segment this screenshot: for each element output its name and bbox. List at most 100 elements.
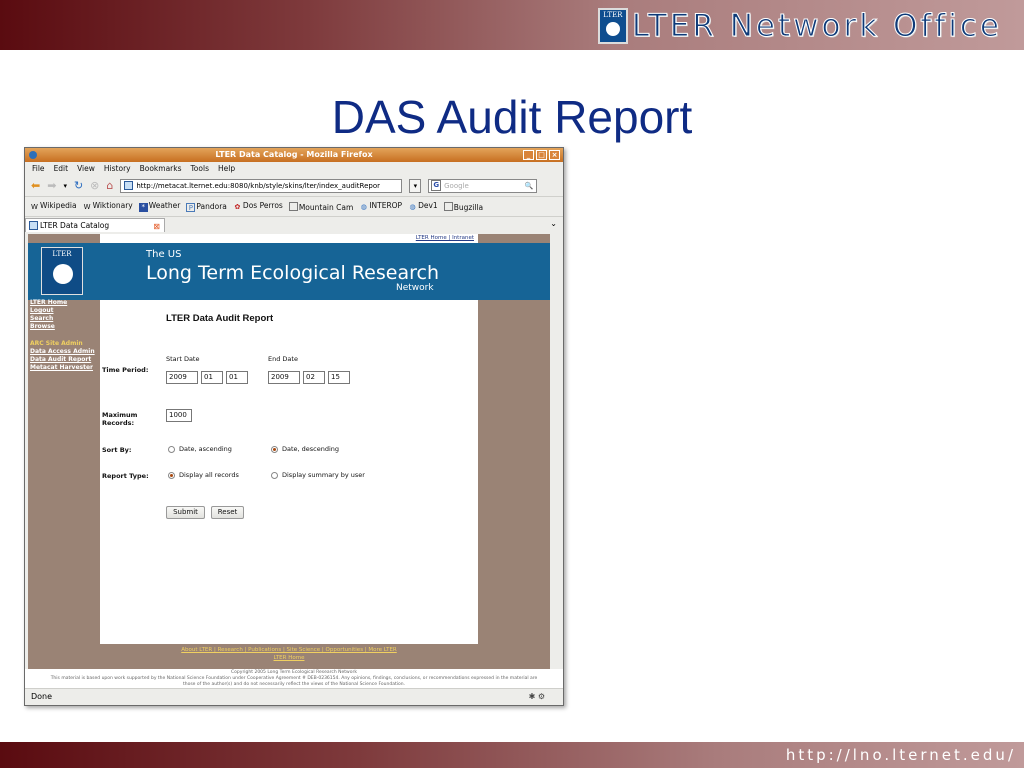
menu-tools[interactable]: Tools <box>191 162 209 175</box>
firefox-icon <box>29 151 37 159</box>
top-banner: LTER LTER Network Office <box>0 0 1024 50</box>
footer-url: http://lno.lternet.edu/ <box>785 746 1016 764</box>
sort-by-label: Sort By: <box>102 446 132 454</box>
address-dropdown-button[interactable]: ▾ <box>409 178 422 193</box>
menu-history[interactable]: History <box>104 162 131 175</box>
search-icon[interactable]: 🔍 <box>525 180 534 192</box>
nav-data-audit-report[interactable]: Data Audit Report <box>30 356 100 364</box>
nav-search[interactable]: Search <box>30 315 100 323</box>
tab-lter-data-catalog[interactable]: LTER Data Catalog ⊠ <box>25 218 165 232</box>
bookmark-dos-perros[interactable]: ✿ Dos Perros <box>233 201 282 212</box>
menu-edit[interactable]: Edit <box>54 162 69 175</box>
bookmark-mountain-cam[interactable]: Mountain Cam <box>288 201 353 212</box>
bookmark-bugzilla[interactable]: Bugzilla <box>443 201 483 212</box>
weather-icon: * <box>138 203 148 212</box>
sort-ascending-radio[interactable]: Date, ascending <box>168 445 232 453</box>
globe-icon: ◍ <box>360 203 367 211</box>
form-title: LTER Data Audit Report <box>166 313 274 324</box>
bottom-banner: http://lno.lternet.edu/ <box>0 742 1024 768</box>
start-year-input[interactable]: 2009 <box>166 371 198 384</box>
bookmark-wiktionary[interactable]: W Wiktionary <box>83 201 133 212</box>
history-dropdown-icon[interactable]: ▾ <box>63 180 67 192</box>
bookmark-weather[interactable]: * Weather <box>138 201 180 212</box>
footer-links: About LTER | Research | Publications | S… <box>28 646 550 662</box>
globe-icon: ◍ <box>409 203 416 211</box>
nav-lter-home[interactable]: LTER Home <box>30 299 100 307</box>
page-icon <box>443 201 453 211</box>
menu-bookmarks[interactable]: Bookmarks <box>140 162 182 175</box>
bookmarks-toolbar: W Wikipedia W Wiktionary * Weather P Pandora… <box>25 197 563 217</box>
nav-metacat-harvester[interactable]: Metacat Harvester <box>30 364 100 372</box>
nav-logout[interactable]: Logout <box>30 307 100 315</box>
start-month-input[interactable]: 01 <box>201 371 223 384</box>
window-titlebar: LTER Data Catalog - Mozilla Firefox _ □ … <box>25 148 563 162</box>
bookmark-dev1[interactable]: ◍ Dev1 <box>408 201 438 212</box>
left-navigation: LTER Home Logout Search Browse ARC Site … <box>30 299 100 372</box>
site-favicon-icon <box>29 221 38 230</box>
home-icon[interactable]: ⌂ <box>106 179 113 192</box>
top-links[interactable]: LTER Home | Intranet <box>416 235 474 241</box>
max-records-input[interactable]: 1000 <box>166 409 192 422</box>
forward-arrow-icon[interactable]: ➡ <box>47 179 56 192</box>
tab-close-icon[interactable]: ⊠ <box>153 220 160 233</box>
page-content: LTER Home | Intranet LTER The US Long Te… <box>28 234 550 669</box>
tab-bar: LTER Data Catalog ⊠ ⌄ <box>25 217 563 232</box>
menu-file[interactable]: File <box>32 162 45 175</box>
banner-title: Long Term Ecological Research <box>146 262 439 284</box>
end-year-input[interactable]: 2009 <box>268 371 300 384</box>
status-icons: ✱ ⚙ <box>528 692 545 701</box>
menu-view[interactable]: View <box>77 162 95 175</box>
nav-data-access-admin[interactable]: Data Access Admin <box>30 348 100 356</box>
wikipedia-icon: W <box>31 203 38 211</box>
close-button[interactable]: × <box>549 150 560 160</box>
maximize-button[interactable]: □ <box>536 150 547 160</box>
bookmark-pandora[interactable]: P Pandora <box>186 202 227 212</box>
site-favicon-icon <box>124 181 134 190</box>
submit-button[interactable]: Submit <box>166 506 205 519</box>
footer-lter-home-link[interactable]: LTER Home <box>274 655 305 661</box>
report-type-label: Report Type: <box>102 472 149 480</box>
pandora-icon: P <box>186 202 196 212</box>
display-all-records-radio[interactable]: Display all records <box>168 471 239 479</box>
max-records-label: Maximum Records: <box>102 411 138 427</box>
banner-network: Network <box>396 283 434 293</box>
copyright-notice: Copyright 2005 Long Term Ecological Rese… <box>25 669 563 689</box>
reset-button[interactable]: Reset <box>211 506 244 519</box>
tab-list-chevron-icon[interactable]: ⌄ <box>550 219 557 228</box>
google-icon: G <box>431 180 442 191</box>
address-bar[interactable]: http://metacat.lternet.edu:8080/knb/styl… <box>120 178 403 193</box>
end-month-input[interactable]: 02 <box>303 371 325 384</box>
admin-heading: ARC Site Admin <box>30 340 83 347</box>
footer-nav-links[interactable]: About LTER | Research | Publications | S… <box>181 647 397 653</box>
browser-window: LTER Data Catalog - Mozilla Firefox _ □ … <box>24 147 564 706</box>
stop-icon[interactable]: ⊗ <box>90 179 99 192</box>
lter-logo-icon: LTER <box>597 8 628 44</box>
navigation-toolbar: ⬅ ➡ ▾ ↻ ⊗ ⌂ http://metacat.lternet.edu:8… <box>25 175 563 197</box>
window-title: LTER Data Catalog - Mozilla Firefox <box>215 150 373 159</box>
sort-descending-radio[interactable]: Date, descending <box>271 445 339 453</box>
start-date-label: Start Date <box>166 355 200 363</box>
lno-brand: LTER LTER Network Office <box>597 7 1002 45</box>
end-date-label: End Date <box>268 355 298 363</box>
brand-title: LTER Network Office <box>631 8 1002 45</box>
back-arrow-icon[interactable]: ⬅ <box>31 179 40 192</box>
banner-line1: The US <box>146 249 182 260</box>
end-day-input[interactable]: 15 <box>328 371 350 384</box>
bookmark-interop[interactable]: ◍ INTEROP <box>359 201 402 212</box>
menu-bar: File Edit View History Bookmarks Tools H… <box>25 162 563 175</box>
lter-logo-icon: LTER <box>41 247 83 295</box>
menu-help[interactable]: Help <box>218 162 235 175</box>
start-day-input[interactable]: 01 <box>226 371 248 384</box>
nav-browse[interactable]: Browse <box>30 323 100 331</box>
status-bar: Done ✱ ⚙ <box>25 688 563 705</box>
bookmark-wikipedia[interactable]: W Wikipedia <box>30 201 77 212</box>
minimize-button[interactable]: _ <box>523 150 534 160</box>
status-text: Done <box>31 692 53 701</box>
page-icon <box>288 201 298 211</box>
lter-banner: LTER The US Long Term Ecological Researc… <box>28 243 550 300</box>
reload-icon[interactable]: ↻ <box>74 179 83 192</box>
wiktionary-icon: W <box>83 203 91 211</box>
search-box[interactable]: G Google 🔍 <box>428 178 538 193</box>
display-summary-radio[interactable]: Display summary by user <box>271 471 365 479</box>
time-period-label: Time Period: <box>102 366 149 374</box>
